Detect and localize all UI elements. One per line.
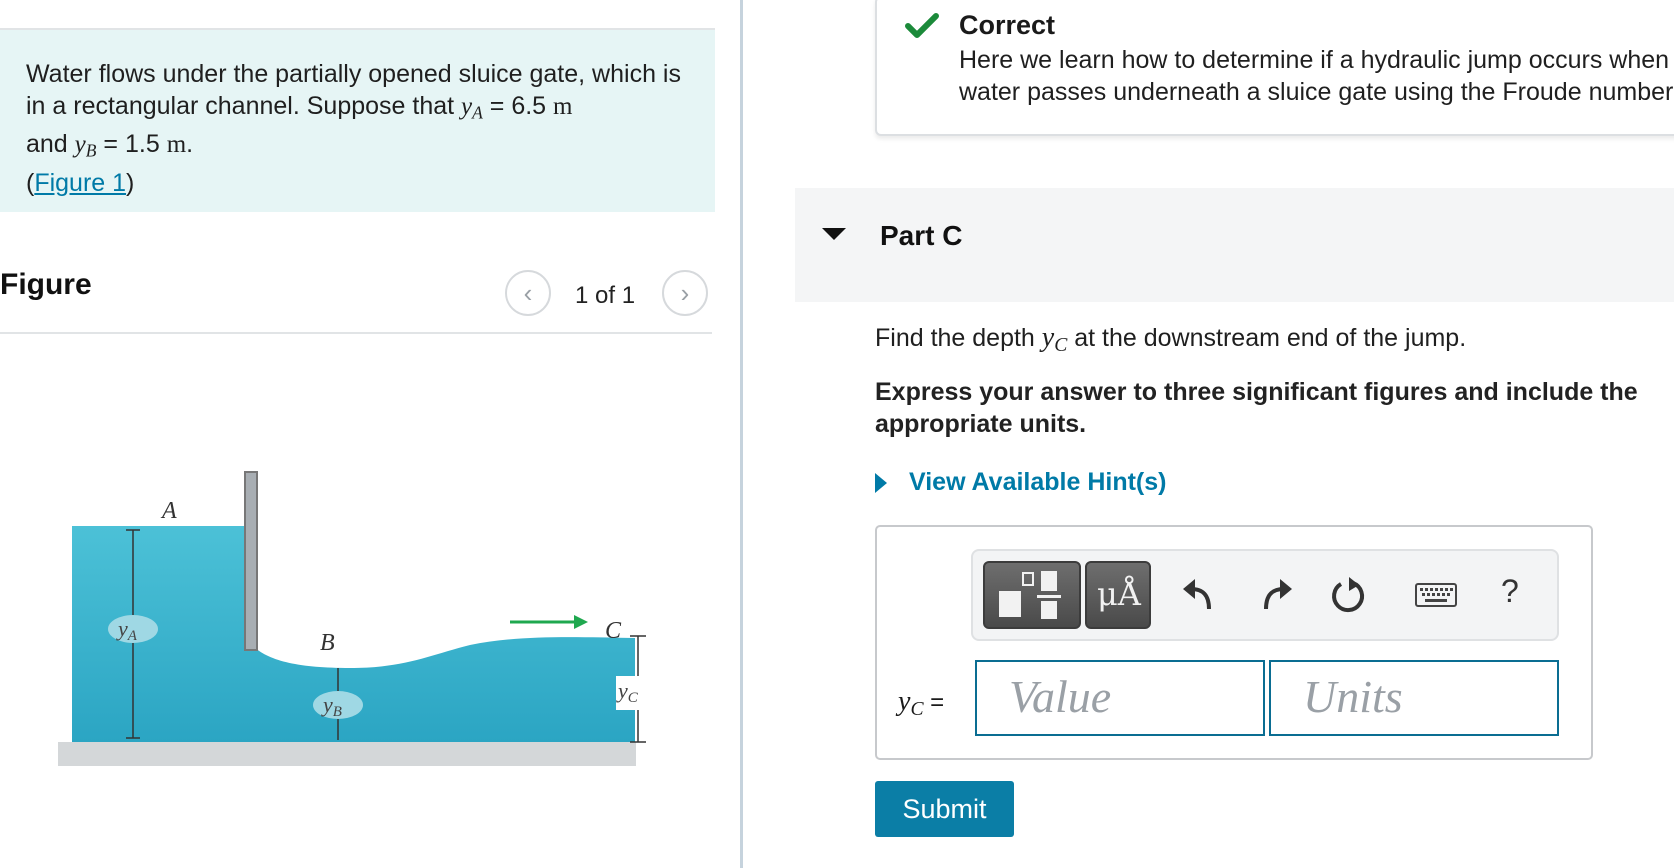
help-icon: ?: [1501, 573, 1519, 609]
yb-variable: yB: [74, 131, 97, 161]
view-hints-toggle[interactable]: View Available Hint(s): [875, 468, 1166, 497]
units-placeholder: Units: [1303, 671, 1403, 722]
figure-pager-count: 1 of 1: [575, 282, 636, 309]
math-toolbar: μÅ ?: [971, 549, 1559, 641]
previous-figure-button[interactable]: ‹: [505, 270, 551, 316]
question-text: Find the depth yC at the downstream end …: [875, 322, 1467, 356]
ya-variable: yA: [461, 93, 483, 123]
sluice-gate-figure: yA A B yB C yC: [58, 471, 650, 766]
chevron-left-icon: ‹: [523, 277, 533, 308]
yb-unit: m: [166, 131, 187, 159]
redo-button[interactable]: [1260, 577, 1294, 613]
undo-button[interactable]: [1181, 577, 1215, 613]
checkmark-icon: [905, 13, 939, 38]
divider: [0, 332, 712, 334]
chevron-right-icon: ›: [680, 277, 690, 308]
yb-value: = 1.5: [96, 130, 167, 159]
undo-icon: [1183, 579, 1211, 610]
reset-icon: [1332, 577, 1364, 613]
channel-bed: [58, 742, 636, 766]
sluice-gate: [244, 471, 258, 651]
intro-text-2: and: [26, 130, 75, 159]
problem-statement: Water flows under the partially opened s…: [0, 30, 715, 212]
submit-button[interactable]: Submit: [875, 781, 1014, 837]
feedback-status: Correct: [959, 10, 1056, 40]
figure-title: Figure: [0, 268, 92, 301]
keyboard-icon: [1415, 583, 1457, 607]
value-input[interactable]: Value: [975, 660, 1265, 736]
section-a-label: A: [160, 498, 177, 524]
ya-value: = 6.5: [482, 92, 554, 120]
pane-divider[interactable]: [740, 0, 743, 868]
answer-instructions: Express your answer to three significant…: [875, 378, 1638, 438]
reset-button[interactable]: [1329, 577, 1367, 615]
section-c-label: C: [605, 618, 622, 644]
ya-unit: m: [553, 93, 573, 120]
yc-variable: yC: [1041, 322, 1068, 356]
value-placeholder: Value: [1009, 671, 1112, 722]
templates-button[interactable]: [983, 561, 1081, 629]
feedback-correct-box: Correct Here we learn how to determine i…: [875, 0, 1674, 136]
intro-text: Water flows under the partially opened s…: [26, 60, 681, 120]
keyboard-button[interactable]: [1415, 583, 1457, 607]
caret-right-icon: [875, 472, 887, 493]
units-button[interactable]: μÅ: [1085, 561, 1151, 629]
figure-link[interactable]: Figure 1: [34, 169, 126, 197]
units-label: μÅ: [1097, 575, 1141, 613]
section-b-label: B: [320, 630, 335, 656]
redo-icon: [1264, 579, 1292, 610]
next-figure-button[interactable]: ›: [662, 270, 708, 316]
units-input[interactable]: Units: [1269, 660, 1559, 736]
help-button[interactable]: ?: [1501, 573, 1519, 610]
feedback-message: Here we learn how to determine if a hydr…: [959, 46, 1674, 106]
collapse-caret-icon[interactable]: [822, 228, 846, 240]
problem-pane: Water flows under the partially opened s…: [0, 0, 740, 868]
answer-variable-label: yC =: [898, 686, 945, 720]
hint-label: View Available Hint(s): [909, 468, 1167, 496]
part-title: Part C: [880, 220, 963, 251]
templates-icon: [999, 571, 1061, 619]
